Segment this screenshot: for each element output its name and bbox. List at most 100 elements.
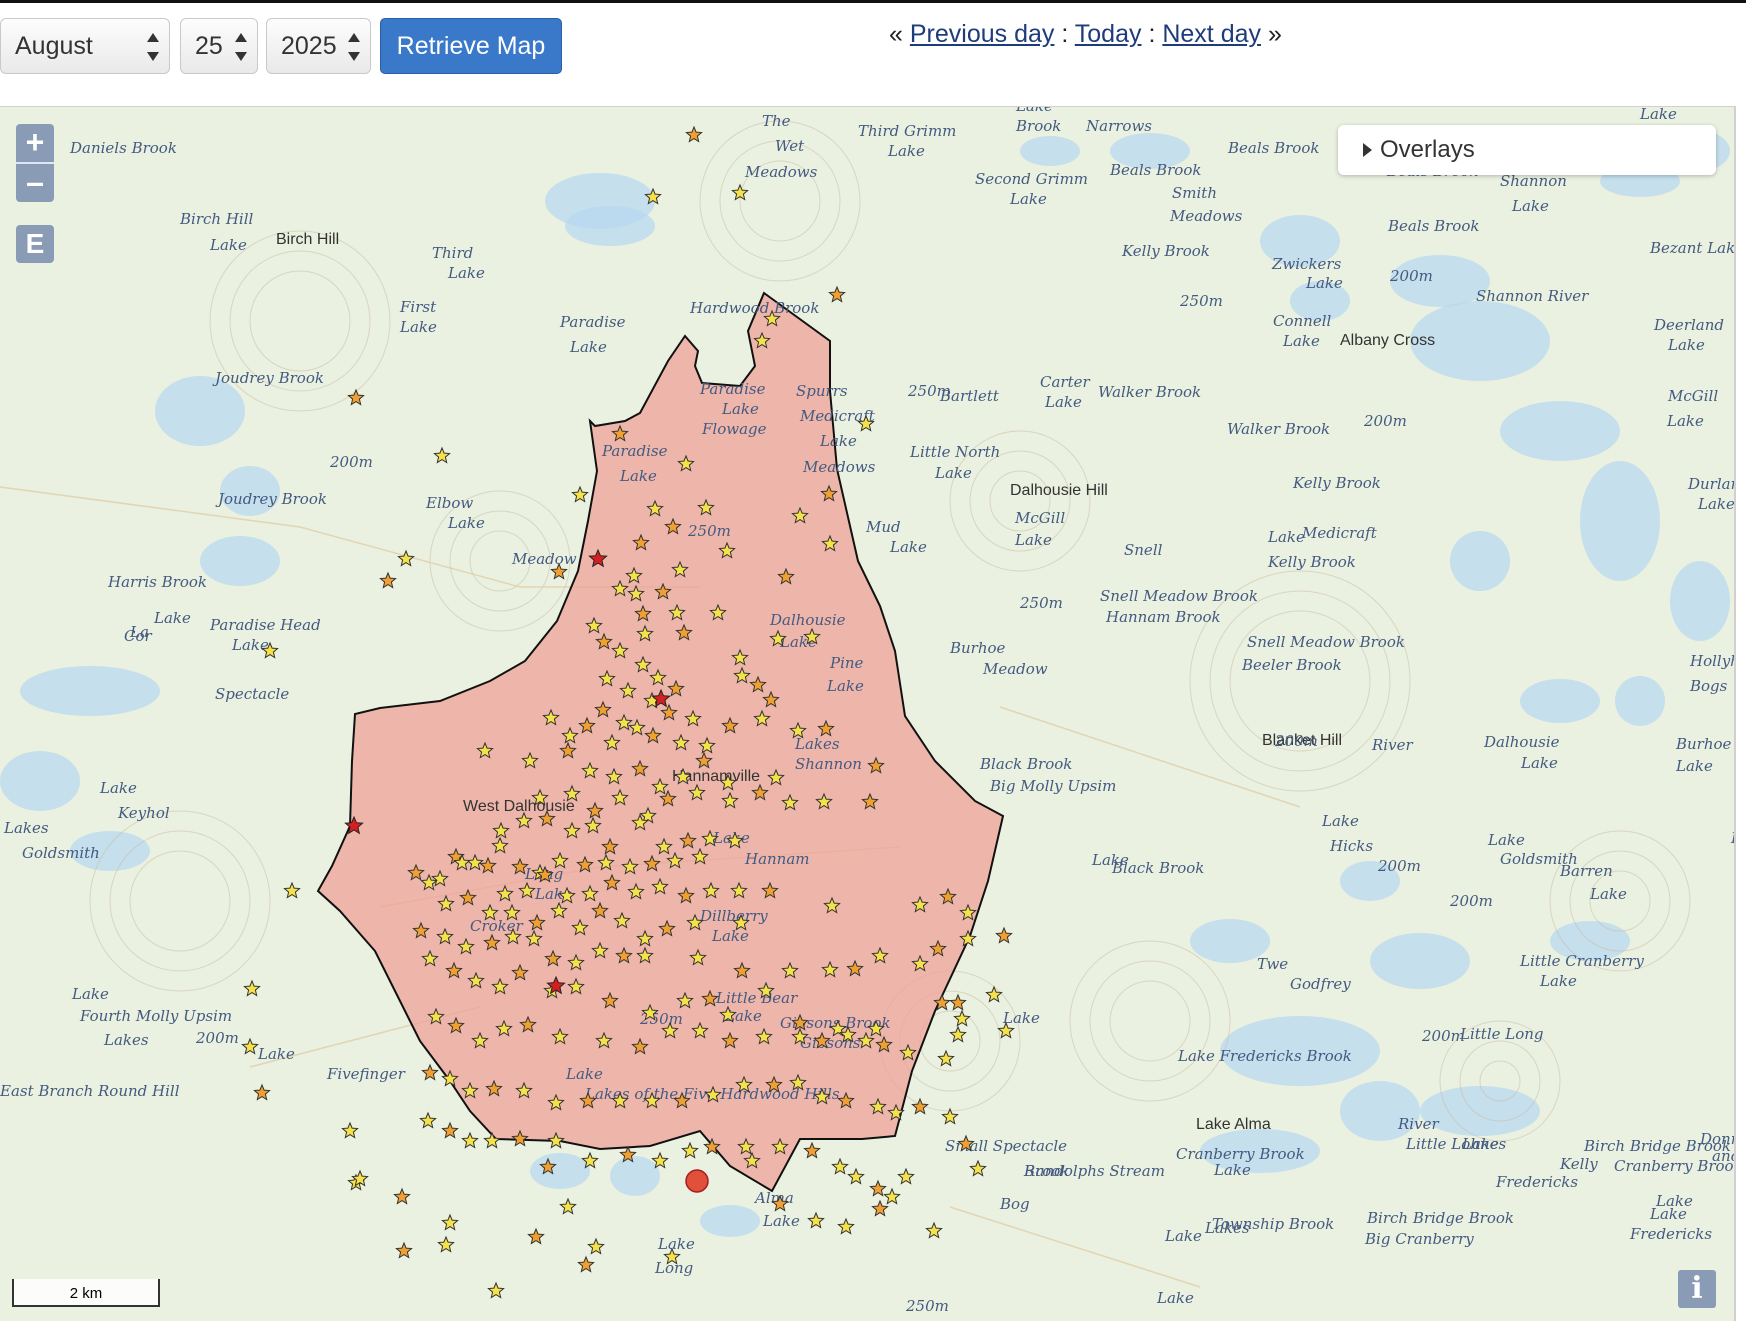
overlays-toggle[interactable]: Overlays [1338, 125, 1716, 175]
star-marker[interactable] [577, 1255, 595, 1273]
water-label: Bezant Lak [1649, 239, 1734, 257]
star-marker[interactable] [397, 549, 415, 567]
daynav-separator: : [1141, 20, 1163, 48]
water-label: Lake [1487, 831, 1525, 849]
star-marker[interactable] [393, 1187, 411, 1205]
star-marker[interactable] [937, 1049, 955, 1067]
water-label: Spectacle [215, 685, 289, 703]
info-button[interactable]: i [1678, 1270, 1716, 1308]
star-marker[interactable] [803, 1141, 821, 1159]
month-select[interactable]: August [0, 18, 170, 74]
star-marker[interactable] [341, 1121, 359, 1139]
retrieve-map-button[interactable]: Retrieve Map [380, 18, 562, 74]
place-label: Albany Cross [1340, 332, 1435, 349]
water-label: Beals Brook [1387, 217, 1479, 235]
star-marker[interactable] [437, 1235, 455, 1253]
water-label: Joudrey Brook [215, 490, 327, 508]
star-marker[interactable] [347, 388, 365, 406]
water-label: Paradise Head [209, 616, 321, 634]
star-marker[interactable] [681, 1141, 699, 1159]
previous-day-link[interactable]: Previous day [910, 20, 1055, 48]
star-marker[interactable] [847, 1167, 865, 1185]
star-marker[interactable] [487, 1281, 505, 1299]
water-label: Pine [829, 654, 864, 672]
today-link[interactable]: Today [1075, 20, 1142, 48]
star-marker[interactable] [419, 1111, 437, 1129]
star-marker[interactable] [441, 1213, 459, 1231]
water-label: Lake [1675, 757, 1713, 775]
water-label: Kelly Brook [1292, 474, 1381, 492]
next-day-link[interactable]: Next day [1162, 20, 1261, 48]
water-label: Lake [1589, 885, 1627, 903]
star-marker[interactable] [871, 1199, 889, 1217]
star-marker[interactable] [243, 979, 261, 997]
star-marker[interactable] [831, 1157, 849, 1175]
star-marker[interactable] [379, 571, 397, 589]
star-marker[interactable] [953, 1009, 971, 1027]
water-label: Lake [1015, 107, 1053, 115]
region-polygon[interactable] [316, 291, 1005, 1193]
water-label: Lake [1511, 197, 1549, 215]
star-marker[interactable] [807, 1211, 825, 1229]
year-value: 2025 [281, 32, 337, 60]
star-marker[interactable] [241, 1037, 259, 1055]
star-marker[interactable] [949, 993, 967, 1011]
star-marker[interactable] [559, 1197, 577, 1215]
star-marker[interactable] [253, 1083, 271, 1101]
water-body [1670, 561, 1730, 641]
star-marker[interactable] [837, 1217, 855, 1235]
water-label: Lake [1282, 332, 1320, 350]
water-label: Lake [711, 927, 749, 945]
water-label: Lake [569, 338, 607, 356]
star-marker[interactable] [869, 1179, 887, 1197]
star-marker[interactable] [283, 881, 301, 899]
water-label: Lake [1213, 1161, 1251, 1179]
water-label: Lake [762, 1212, 800, 1230]
star-marker[interactable] [985, 985, 1003, 1003]
star-marker[interactable] [949, 1025, 967, 1043]
place-label: Dalhousie Hill [1010, 482, 1108, 499]
e-button[interactable]: E [16, 225, 54, 263]
contour-label: 250m [1019, 594, 1063, 612]
water-body [530, 1153, 590, 1189]
star-marker[interactable] [685, 125, 703, 143]
star-marker[interactable] [897, 1167, 915, 1185]
water-label: Joudrey Brook [212, 369, 324, 387]
map-canvas[interactable]: Daniels Brook The Wet Meadows Third Grimm Lak… [0, 107, 1734, 1321]
star-marker[interactable] [395, 1241, 413, 1259]
water-label: Medicraft [1301, 524, 1378, 542]
zoom-out-button[interactable]: – [16, 162, 54, 202]
star-marker[interactable] [461, 1131, 479, 1149]
star-marker[interactable] [995, 926, 1013, 944]
contour-label: 200m [1363, 412, 1407, 430]
star-marker[interactable] [433, 446, 451, 464]
water-label: Shannon River [1476, 287, 1589, 305]
water-label: Lake [209, 236, 247, 254]
water-label: Smith [1172, 184, 1217, 202]
contour-label: 200m [195, 1029, 239, 1047]
water-label: Lake [1044, 393, 1082, 411]
year-select[interactable]: 2025 [266, 18, 371, 74]
star-marker[interactable] [421, 1063, 439, 1081]
water-label: Zwickers [1271, 255, 1342, 273]
map-viewport[interactable]: Daniels Brook The Wet Meadows Third Grimm Lak… [0, 106, 1736, 1321]
daynav-suffix: » [1261, 20, 1282, 48]
water-label: Bogs [1689, 677, 1728, 695]
star-marker[interactable] [527, 1227, 545, 1245]
star-marker[interactable] [571, 485, 589, 503]
day-select[interactable]: 25 [180, 18, 258, 74]
water-label: Meadows [1169, 207, 1243, 225]
contour-label: 200m [1377, 857, 1421, 875]
star-marker[interactable] [969, 1159, 987, 1177]
water-label: Snell [1124, 541, 1163, 559]
star-marker[interactable] [925, 1221, 943, 1239]
water-label: Lake [1014, 531, 1052, 549]
water-label: Walker Brook [1227, 420, 1330, 438]
zoom-in-button[interactable]: + [16, 124, 54, 162]
star-marker[interactable] [883, 1187, 901, 1205]
star-marker[interactable] [587, 1237, 605, 1255]
star-marker[interactable] [828, 285, 846, 303]
water-label: Burhoe [1675, 735, 1732, 753]
star-marker[interactable] [441, 1121, 459, 1139]
location-dot[interactable] [685, 1169, 709, 1193]
